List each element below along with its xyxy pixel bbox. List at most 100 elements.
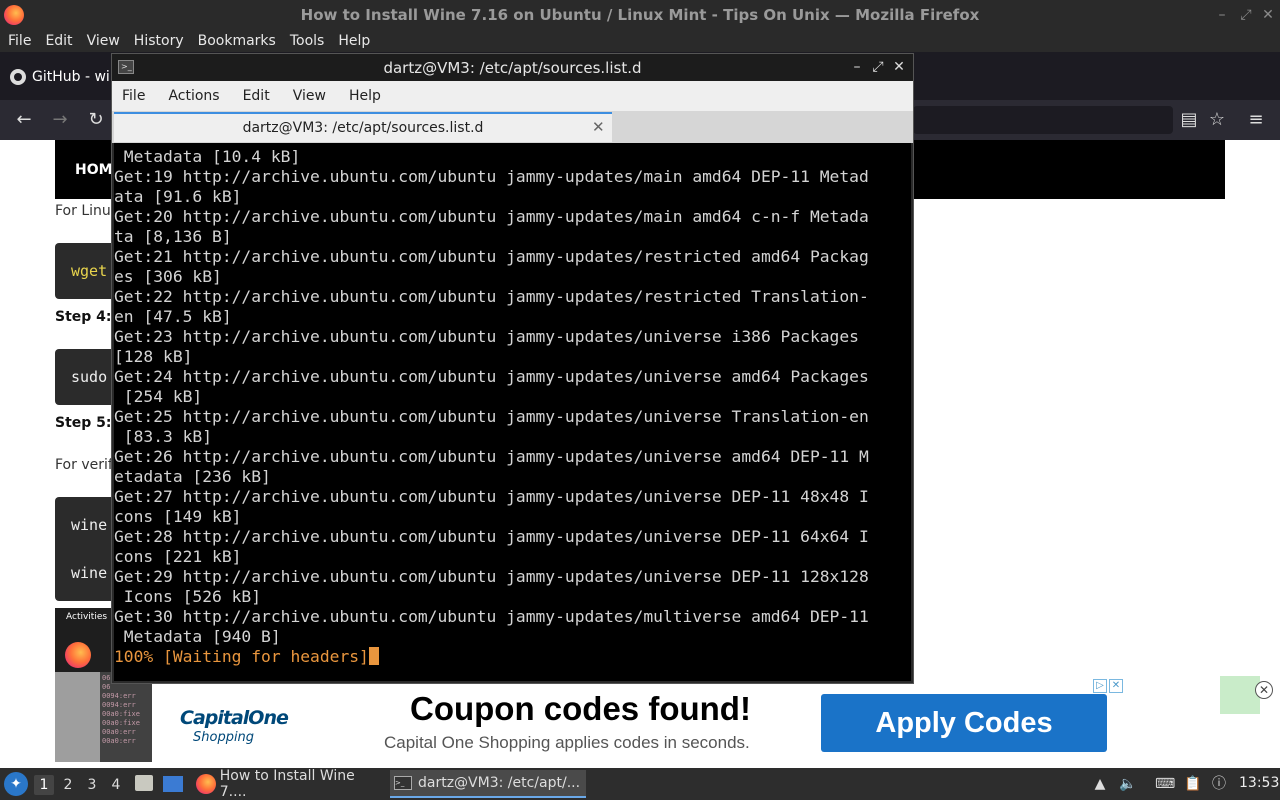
terminal-line: Get:24 http://archive.ubuntu.com/ubuntu … [114, 367, 869, 386]
terminal-line: Get:23 http://archive.ubuntu.com/ubuntu … [114, 327, 859, 346]
ad-headline: Coupon codes found! [410, 690, 751, 727]
clipboard-icon[interactable]: 📋 [1183, 774, 1203, 794]
terminal-line: Get:29 http://archive.ubuntu.com/ubuntu … [114, 567, 869, 586]
workspace-1[interactable]: 1 [34, 775, 54, 795]
hamburger-menu-icon[interactable]: ≡ [1244, 108, 1268, 132]
terminal-menu-actions[interactable]: Actions [168, 88, 219, 104]
terminal-line: Get:30 http://archive.ubuntu.com/ubuntu … [114, 607, 869, 626]
notification-icon[interactable]: ⓘ [1209, 774, 1229, 794]
keyboard-icon[interactable]: ⌨ [1155, 774, 1175, 794]
minimize-icon[interactable]: – [1212, 5, 1232, 25]
terminal-line: Metadata [10.4 kB] [114, 147, 301, 166]
terminal-line: Get:25 http://archive.ubuntu.com/ubuntu … [114, 407, 869, 426]
terminal-tab-label: dartz@VM3: /etc/apt/sources.list.d [242, 120, 484, 136]
forward-icon[interactable]: → [48, 108, 72, 132]
show-desktop-icon[interactable] [163, 776, 183, 792]
ad-thumbnail-terminal: 06 06 0094:err 0094:err 00a0:fixe 00a0:f… [100, 672, 152, 762]
terminal-line: [254 kB] [114, 387, 203, 406]
terminal-menu-edit[interactable]: Edit [243, 88, 270, 104]
ad-close-icon[interactable]: ✕ [1109, 679, 1123, 693]
capital-one-logo: CapitalOne [180, 707, 289, 729]
terminal-line: Get:26 http://archive.ubuntu.com/ubuntu … [114, 447, 869, 466]
reload-icon[interactable]: ↻ [84, 108, 108, 132]
terminal-line: [83.3 kB] [114, 427, 213, 446]
terminal-lines: Metadata [10.4 kB] Get:19 http://archive.… [114, 143, 911, 647]
terminal-menu-view[interactable]: View [293, 88, 326, 104]
terminal-menubar: File Actions Edit View Help [112, 81, 913, 111]
bookmark-star-icon[interactable]: ☆ [1205, 108, 1229, 132]
scroll-top-button[interactable] [1220, 676, 1260, 714]
window-title: How to Install Wine 7.16 on Ubuntu / Lin… [300, 6, 980, 24]
clock[interactable]: 13:53 [1239, 775, 1279, 791]
app-menu-icon[interactable]: ✦ [4, 772, 28, 796]
workspace-3[interactable]: 3 [82, 775, 102, 795]
firefox-menubar: File Edit View History Bookmarks Tools H… [0, 30, 1280, 52]
menu-bookmarks[interactable]: Bookmarks [198, 33, 276, 49]
terminal-line: [128 kB] [114, 347, 193, 366]
code-text: wget [71, 262, 108, 280]
firefox-titlebar: How to Install Wine 7.16 on Ubuntu / Lin… [0, 0, 1280, 30]
progress-line: 100% [Waiting for headers] [114, 647, 911, 667]
terminal-line: Icons [526 kB] [114, 587, 262, 606]
tab-github[interactable]: GitHub - wir [0, 62, 116, 92]
terminal-window: dartz@VM3: /etc/apt/sources.list.d >_ – … [111, 53, 914, 684]
firefox-icon [196, 774, 216, 794]
firefox-icon [65, 642, 91, 668]
workspace-2[interactable]: 2 [58, 775, 78, 795]
terminal-titlebar[interactable]: dartz@VM3: /etc/apt/sources.list.d [112, 54, 913, 81]
adchoices-icon[interactable]: ▷ [1093, 679, 1107, 693]
terminal-close-icon[interactable]: ✕ [890, 58, 908, 76]
terminal-tab[interactable]: dartz@VM3: /etc/apt/sources.list.d [114, 112, 612, 142]
terminal-title: dartz@VM3: /etc/apt/sources.list.d [383, 58, 642, 77]
taskbar-firefox[interactable]: How to Install Wine 7.... [192, 768, 384, 800]
step-heading: Step 4: [55, 309, 112, 325]
terminal-line: ta [8,136 B] [114, 227, 232, 246]
terminal-icon: >_ [118, 60, 134, 74]
menu-tools[interactable]: Tools [290, 33, 325, 49]
github-icon [10, 69, 26, 85]
step-heading: Step 5: [55, 415, 112, 431]
reader-view-icon[interactable]: ▤ [1177, 108, 1201, 132]
terminal-menu-file[interactable]: File [122, 88, 145, 104]
terminal-menu-help[interactable]: Help [349, 88, 381, 104]
file-manager-icon[interactable] [135, 775, 153, 791]
terminal-line: cons [149 kB] [114, 507, 242, 526]
capital-one-shopping-label: Shopping [193, 730, 255, 745]
menu-edit[interactable]: Edit [45, 33, 72, 49]
paragraph-text: For verif [55, 457, 113, 473]
apply-codes-button[interactable]: Apply Codes [821, 694, 1107, 752]
taskbar-firefox-label: How to Install Wine 7.... [219, 768, 355, 800]
firefox-icon [4, 5, 24, 25]
menu-view[interactable]: View [87, 33, 120, 49]
terminal-icon: >_ [394, 776, 412, 790]
back-icon[interactable]: ← [12, 108, 36, 132]
tray-up-icon[interactable]: ▲ [1090, 774, 1110, 794]
terminal-line: Get:20 http://archive.ubuntu.com/ubuntu … [114, 207, 869, 226]
code-text: wine [71, 564, 108, 582]
workspace-4[interactable]: 4 [106, 775, 126, 795]
progress-text: 100% [Waiting for headers] [114, 647, 369, 666]
site-nav-home[interactable]: HOM [75, 162, 113, 178]
ad-subline: Capital One Shopping applies codes in se… [384, 733, 750, 752]
close-icon[interactable]: ✕ [1258, 5, 1278, 25]
tab-github-label: GitHub - wir [32, 69, 116, 85]
terminal-line: Get:21 http://archive.ubuntu.com/ubuntu … [114, 247, 869, 266]
maximize-icon[interactable]: ⤢ [1236, 5, 1256, 25]
terminal-line: Metadata [940 B] [114, 627, 281, 646]
menu-help[interactable]: Help [338, 33, 370, 49]
terminal-output[interactable]: Metadata [10.4 kB] Get:19 http://archive.… [114, 143, 911, 681]
code-text: wine [71, 516, 108, 534]
taskbar-terminal-label: dartz@VM3: /etc/apt/... [418, 775, 581, 791]
banner-close-icon[interactable]: ✕ [1255, 681, 1273, 699]
volume-icon[interactable]: 🔈 [1118, 774, 1138, 794]
url-bar[interactable] [913, 106, 1173, 134]
menu-file[interactable]: File [8, 33, 31, 49]
terminal-line: ata [91.6 kB] [114, 187, 242, 206]
menu-history[interactable]: History [134, 33, 184, 49]
terminal-line: Get:22 http://archive.ubuntu.com/ubuntu … [114, 287, 869, 306]
terminal-maximize-icon[interactable]: ⤢ [869, 58, 887, 76]
tab-close-icon[interactable]: ✕ [592, 118, 605, 136]
terminal-line: es [306 kB] [114, 267, 222, 286]
terminal-minimize-icon[interactable]: – [848, 58, 866, 76]
taskbar-terminal[interactable]: >_ dartz@VM3: /etc/apt/... [390, 770, 586, 798]
